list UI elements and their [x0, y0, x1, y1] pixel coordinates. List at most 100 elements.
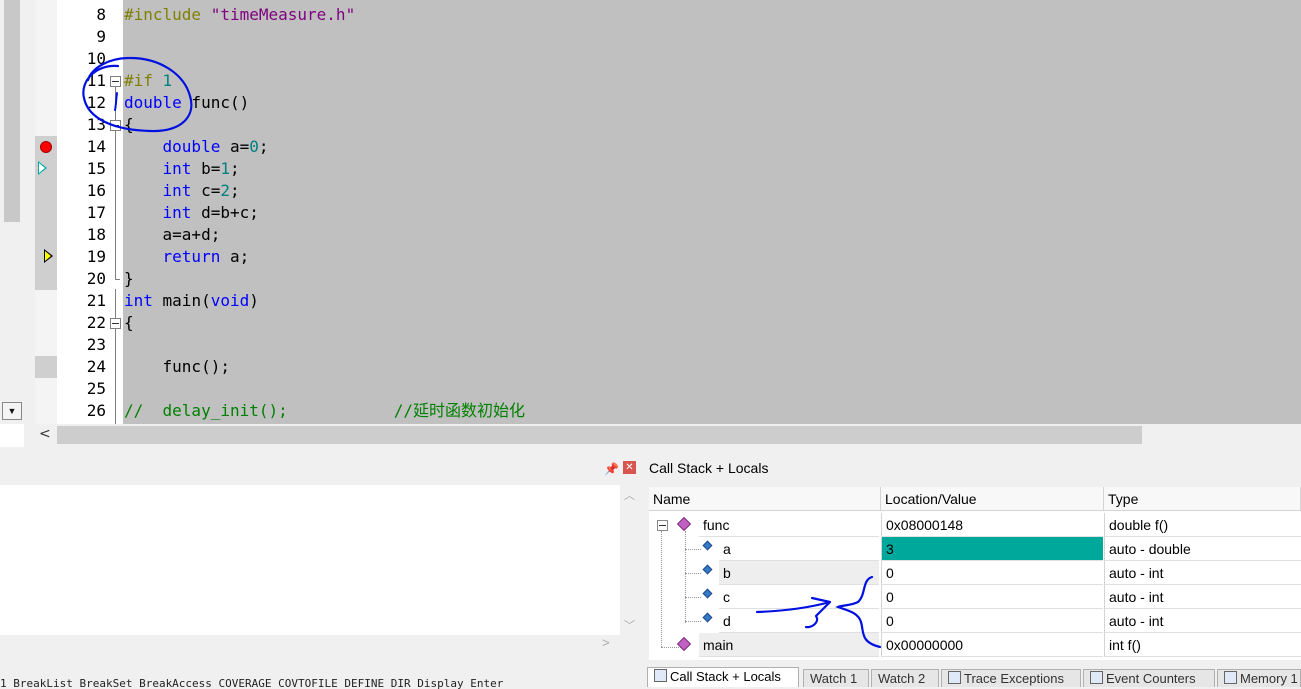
close-icon[interactable]: ✕: [623, 461, 636, 474]
code-token: func();: [124, 357, 230, 376]
row-name: main: [699, 633, 879, 657]
scrollbar-thumb[interactable]: [57, 426, 1142, 444]
row-value[interactable]: 0: [881, 609, 1103, 633]
trace-icon: [948, 671, 961, 684]
code-line[interactable]: int b=1;: [124, 158, 240, 180]
pin-icon[interactable]: 📌: [604, 462, 619, 476]
code-line[interactable]: // delay_init(); //延时函数初始化: [124, 400, 525, 422]
code-token: double: [124, 93, 182, 112]
counter-icon: [1090, 671, 1103, 684]
code-line[interactable]: {: [124, 114, 134, 136]
collapse-icon[interactable]: [657, 520, 668, 531]
tab-watch-1[interactable]: Watch 1: [803, 669, 869, 687]
output-horizontal-scrollbar[interactable]: >: [0, 635, 640, 655]
tab-memory-1[interactable]: Memory 1: [1217, 669, 1301, 687]
debug-tabs: Call Stack + Locals Watch 1 Watch 2 Trac…: [645, 667, 1301, 687]
table-row[interactable]: b 0 auto - int: [649, 561, 1301, 585]
line-number: 12: [86, 93, 106, 112]
code-line[interactable]: int main(void): [124, 290, 259, 312]
table-row[interactable]: c 0 auto - int: [649, 585, 1301, 609]
code-line[interactable]: a=a+d;: [124, 224, 221, 246]
column-header-type[interactable]: Type: [1104, 487, 1301, 511]
code-line[interactable]: int d=b+c;: [124, 202, 259, 224]
line-number: 25: [86, 379, 106, 398]
table-row[interactable]: a 3 auto - double: [649, 537, 1301, 561]
code-token: c=: [191, 181, 221, 200]
editor-horizontal-scrollbar[interactable]: <: [35, 424, 1301, 447]
code-token: int: [124, 291, 153, 310]
fold-column[interactable]: [107, 0, 123, 424]
line-number: 20: [86, 269, 106, 288]
row-name: b: [719, 561, 879, 585]
tab-watch-2[interactable]: Watch 2: [871, 669, 939, 687]
code-line[interactable]: return a;: [124, 246, 250, 268]
row-name: d: [719, 609, 879, 633]
code-line[interactable]: func();: [124, 356, 230, 378]
column-header-name[interactable]: Name: [649, 487, 881, 511]
line-number: 26: [86, 401, 106, 420]
scrollbar-thumb[interactable]: [4, 0, 20, 222]
code-editor[interactable]: ▼ 8 9 10 11 12 13 14 15 16 17 18 19 20 21 22 23 24 25 26 #…: [0, 0, 1301, 447]
tab-trace-exceptions[interactable]: Trace Exceptions: [941, 669, 1081, 687]
variable-icon: [702, 612, 713, 623]
code-token: int: [162, 203, 192, 222]
editor-vertical-scrollbar[interactable]: ▼: [0, 0, 25, 424]
table-row[interactable]: d 0 auto - int: [649, 609, 1301, 633]
scroll-down-icon[interactable]: ﹀: [624, 617, 635, 633]
fold-toggle-icon[interactable]: [110, 76, 121, 87]
code-line[interactable]: #include "timeMeasure.h": [124, 4, 355, 26]
row-value-highlighted[interactable]: 3: [881, 537, 1103, 561]
code-area[interactable]: #include "timeMeasure.h" #if 1 double func…: [123, 0, 1301, 424]
scroll-right-icon[interactable]: >: [602, 635, 610, 650]
code-line[interactable]: int c=2;: [124, 180, 240, 202]
code-token: 1: [162, 71, 173, 90]
table-row[interactable]: main 0x00000000 int f(): [649, 633, 1301, 657]
row-type: auto - double: [1104, 537, 1301, 561]
code-line[interactable]: double a=0;: [124, 136, 269, 158]
code-token: double: [162, 137, 221, 156]
column-header-value[interactable]: Location/Value: [881, 487, 1104, 511]
code-token: {: [124, 115, 134, 134]
row-type: auto - int: [1104, 561, 1301, 585]
line-number: 13: [86, 115, 106, 134]
code-line[interactable]: }: [124, 268, 134, 290]
line-number: 23: [86, 335, 106, 354]
pane-title: Call Stack + Locals: [649, 460, 769, 476]
output-vertical-scrollbar[interactable]: ︿ ﹀: [620, 485, 640, 635]
code-line[interactable]: double func(): [124, 92, 249, 114]
scroll-down-arrow-icon[interactable]: ▼: [2, 402, 22, 420]
row-value[interactable]: 0: [881, 561, 1103, 585]
code-token: "timeMeasure.h": [210, 5, 356, 24]
tab-callstack-locals[interactable]: Call Stack + Locals: [647, 667, 799, 687]
fold-toggle-icon[interactable]: [110, 120, 121, 131]
row-name: func: [699, 513, 879, 537]
row-value[interactable]: 0: [881, 585, 1103, 609]
code-token: 2: [220, 181, 230, 200]
pane-header: 📌 ✕: [0, 455, 640, 483]
scroll-up-icon[interactable]: ︿: [624, 487, 635, 503]
callstack-table[interactable]: Name Location/Value Type func 0x08000148…: [649, 487, 1301, 660]
code-token: 1: [220, 159, 230, 178]
row-type: int f(): [1104, 633, 1301, 657]
code-token: }: [124, 269, 134, 288]
table-row[interactable]: func 0x08000148 double f(): [649, 513, 1301, 537]
scroll-left-arrow-icon[interactable]: <: [39, 426, 51, 442]
tab-event-counters[interactable]: Event Counters: [1083, 669, 1215, 687]
code-token: {: [124, 313, 134, 332]
code-token: return: [162, 247, 221, 266]
variable-icon: [702, 540, 713, 551]
fold-toggle-icon[interactable]: [110, 318, 121, 329]
code-line[interactable]: #if 1: [124, 70, 172, 92]
callstack-icon: [654, 669, 667, 682]
row-name: a: [719, 537, 879, 561]
output-text-area[interactable]: [0, 485, 620, 635]
breakpoint-margin[interactable]: [35, 0, 57, 424]
line-number: 18: [86, 225, 106, 244]
code-token: #if: [124, 71, 163, 90]
breakpoint-icon[interactable]: [40, 141, 52, 153]
function-icon: [676, 516, 692, 532]
code-line[interactable]: {: [124, 312, 134, 334]
